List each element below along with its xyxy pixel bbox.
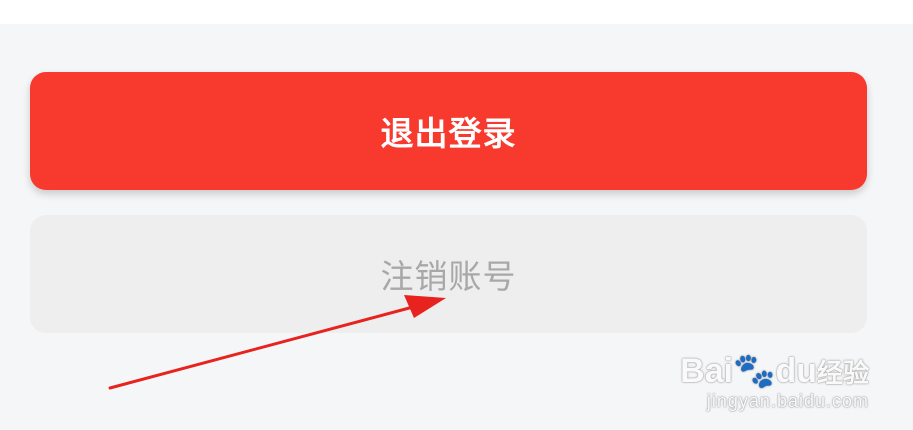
top-strip: [0, 0, 913, 24]
watermark-brand: Bai🐾du经验: [680, 354, 869, 388]
baidu-watermark: Bai🐾du经验 jingyan.baidu.com: [680, 354, 869, 410]
watermark-url: jingyan.baidu.com: [706, 391, 869, 411]
delete-account-button[interactable]: 注销账号: [30, 215, 867, 333]
watermark-brand-sub: 经验: [816, 359, 869, 389]
delete-account-button-label: 注销账号: [380, 257, 517, 296]
watermark-brand-suffix: du: [775, 352, 817, 390]
logout-button-label: 退出登录: [380, 114, 517, 153]
paw-icon: 🐾: [733, 352, 776, 390]
logout-button[interactable]: 退出登录: [30, 72, 867, 190]
watermark-brand-prefix: Bai: [680, 352, 734, 390]
